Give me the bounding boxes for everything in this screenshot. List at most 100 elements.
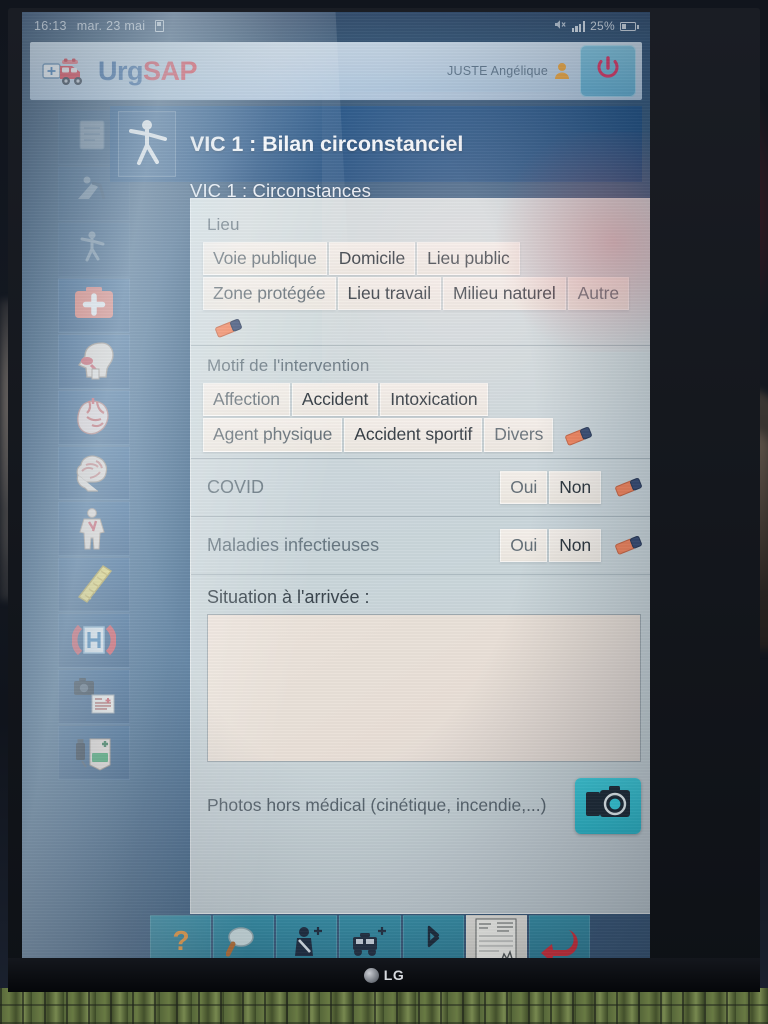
bottom-toolbar[interactable]: ? [150, 915, 590, 962]
maladies-options: Oui Non [500, 528, 645, 562]
motif-label: Motif de l'intervention [207, 356, 370, 376]
situation-input[interactable] [207, 613, 641, 762]
sidebar-item-medication[interactable] [58, 725, 130, 781]
bottom-help-button[interactable]: ? [150, 915, 212, 963]
brand-sap: SAP [143, 55, 198, 86]
motif-option-intoxication[interactable]: Intoxication [380, 383, 488, 417]
body-lesions-icon [72, 507, 116, 551]
android-status-bar: 16:13 mar. 23 mai 25% [22, 12, 650, 40]
signal-bars-icon [571, 20, 586, 32]
eraser-icon[interactable] [613, 534, 645, 556]
eraser-icon[interactable] [213, 317, 245, 339]
sidebar-item-circulation[interactable] [58, 389, 130, 445]
maladies-option-non[interactable]: Non [549, 528, 601, 562]
report-document-icon [475, 918, 517, 962]
app-logo: UrgSAP [42, 54, 198, 88]
maladies-option-oui[interactable]: Oui [500, 528, 548, 562]
lieu-label: Lieu [207, 215, 240, 234]
lieu-option-zone-protegee[interactable]: Zone protégée [203, 277, 336, 311]
victim-stretcher-icon [72, 227, 116, 271]
form-panel: Lieu Voie publique Domicile Lieu public … [190, 198, 650, 914]
bottom-back-button[interactable] [528, 915, 590, 962]
lieu-option-lieu-public[interactable]: Lieu public [417, 242, 520, 276]
divider [191, 573, 650, 575]
sd-card-icon [155, 20, 165, 32]
section-situation: Situation à l'arrivée : [203, 579, 645, 764]
victim-stretcher-icon [118, 111, 176, 177]
battery-percent-label: 25% [590, 19, 615, 33]
background-fence [0, 988, 768, 1024]
lieu-option-domicile[interactable]: Domicile [328, 242, 416, 276]
immobilisation-board-icon [72, 563, 116, 607]
sidebar-item-body-lesions[interactable] [58, 501, 130, 557]
status-time: 16:13 [34, 19, 67, 33]
sidebar-item-photo-report[interactable] [58, 669, 130, 725]
monitor-chin: LG [8, 958, 760, 992]
user-name-label: JUSTE Angélique [447, 64, 548, 78]
sidebar-item-first-aid[interactable] [58, 277, 130, 333]
sidebar-item-victim[interactable] [58, 221, 130, 277]
left-module-sidebar[interactable] [58, 110, 130, 781]
lg-logo-icon [363, 967, 379, 983]
motif-option-accident-sportif[interactable]: Accident sportif [344, 418, 483, 452]
row-photos: Photos hors médical (cinétique, incendie… [203, 764, 645, 834]
add-vehicle-icon [351, 925, 389, 963]
divider [191, 457, 650, 459]
motif-options-row2: Agent physique Accident sportif Divers [203, 418, 645, 452]
lieu-option-voie-publique[interactable]: Voie publique [203, 242, 327, 276]
eraser-icon[interactable] [563, 425, 595, 447]
bluetooth-icon [421, 925, 445, 963]
bottom-report-button[interactable] [465, 915, 527, 962]
photo-scene: 16:13 mar. 23 mai 25% UrgSAP JUSTE Angél… [0, 0, 768, 1024]
sidebar-item-immobilisation[interactable] [58, 557, 130, 613]
lieu-option-lieu-travail[interactable]: Lieu travail [337, 277, 441, 311]
camera-icon [585, 785, 631, 826]
page-title: VIC 1 : Bilan circonstanciel [190, 131, 464, 156]
head-airway-icon [72, 339, 116, 383]
eraser-icon[interactable] [613, 476, 645, 498]
covid-options: Oui Non [500, 470, 645, 504]
sidebar-item-airway[interactable] [58, 333, 130, 389]
sidebar-item-hospital[interactable] [58, 613, 130, 669]
battery-icon [620, 21, 639, 31]
bottom-add-vehicle-button[interactable] [339, 915, 401, 963]
lieu-options-row2: Zone protégée Lieu travail Milieu nature… [203, 277, 645, 311]
status-date: mar. 23 mai [76, 19, 146, 33]
motif-option-accident[interactable]: Accident [291, 383, 379, 417]
first-aid-kit-icon [72, 283, 116, 327]
bottom-bluetooth-button[interactable] [402, 915, 464, 963]
heart-icon [72, 395, 116, 439]
camera-report-icon [72, 675, 116, 719]
covid-option-non[interactable]: Non [549, 470, 601, 504]
covid-option-oui[interactable]: Oui [500, 470, 548, 504]
divider [191, 515, 650, 517]
divider [191, 345, 650, 347]
row-covid: COVID Oui Non [203, 463, 645, 512]
covid-label: COVID [207, 476, 265, 497]
medication-icon [72, 731, 116, 775]
page-title-band: VIC 1 : Bilan circonstanciel [110, 106, 642, 182]
current-user[interactable]: JUSTE Angélique [447, 62, 570, 80]
bottom-search-button[interactable] [213, 915, 275, 963]
ambulance-logo-icon [42, 54, 90, 88]
motif-option-divers[interactable]: Divers [484, 418, 554, 452]
photos-camera-button[interactable] [575, 777, 641, 834]
monitor-brand-label: LG [383, 967, 405, 983]
section-motif: Motif de l'intervention Affection Accide… [203, 350, 645, 453]
power-button[interactable] [580, 45, 636, 97]
motif-option-agent-physique[interactable]: Agent physique [203, 418, 343, 452]
magnifier-icon [225, 925, 262, 963]
sidebar-item-neurological[interactable] [58, 445, 130, 501]
brand-urg: Urg [98, 55, 144, 86]
hospital-h-icon [71, 619, 117, 663]
lieu-option-milieu-naturel[interactable]: Milieu naturel [442, 277, 566, 311]
bottom-add-victim-button[interactable] [276, 915, 338, 962]
motif-options: Affection Accident Intoxication [203, 383, 645, 417]
maladies-label: Maladies infectieuses [207, 534, 380, 555]
power-icon [593, 54, 623, 89]
motif-option-affection[interactable]: Affection [203, 383, 290, 417]
question-mark-icon: ? [168, 925, 194, 963]
lieu-option-autre[interactable]: Autre [567, 277, 629, 311]
brand-title: UrgSAP [98, 55, 198, 87]
app-header-bar: UrgSAP JUSTE Angélique [30, 42, 642, 100]
